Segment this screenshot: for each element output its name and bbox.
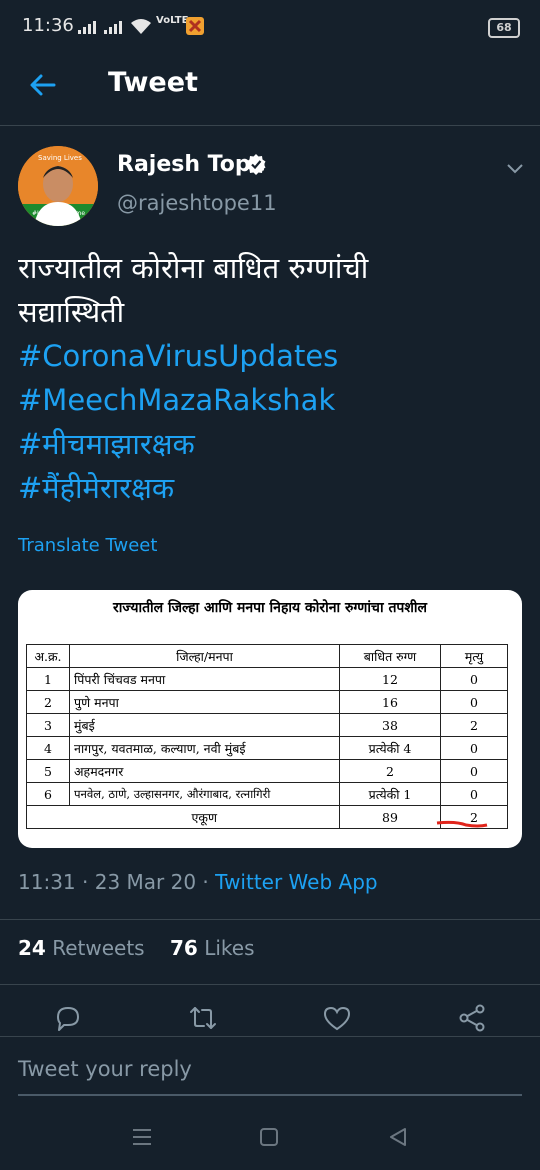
tweet-meta: 11:31 · 23 Mar 20 · Twitter Web App bbox=[18, 870, 378, 894]
table-cell: प्रत्येकी 4 bbox=[339, 736, 441, 760]
table-cell: 0 bbox=[440, 736, 508, 760]
table-cell: 0 bbox=[440, 690, 508, 714]
table-cell: 5 bbox=[26, 759, 70, 783]
tweet-text-line: राज्यातील कोरोना बाधित रुग्णांची bbox=[18, 251, 369, 285]
retweets-number: 24 bbox=[18, 936, 46, 960]
back-arrow-icon[interactable] bbox=[28, 70, 58, 100]
recent-apps-icon[interactable] bbox=[130, 1125, 154, 1149]
status-time: 11:36 bbox=[22, 15, 74, 36]
table-cell: 0 bbox=[440, 667, 508, 691]
red-underline-mark bbox=[436, 820, 488, 828]
back-nav-icon[interactable] bbox=[386, 1125, 410, 1149]
table-header: मृत्यु bbox=[440, 644, 508, 668]
table-row: 5 अहमदनगर 2 0 bbox=[26, 759, 508, 783]
retweets-count[interactable]: 24 Retweets bbox=[18, 936, 145, 960]
chevron-down-icon[interactable] bbox=[504, 157, 526, 179]
hashtag-link[interactable]: #CoronaVirusUpdates bbox=[18, 334, 528, 378]
wifi-icon bbox=[130, 17, 152, 39]
header-divider bbox=[0, 125, 540, 126]
table-cell: 0 bbox=[440, 759, 508, 783]
source-app-link[interactable]: Twitter Web App bbox=[215, 870, 377, 894]
table-cell: 89 bbox=[339, 805, 441, 829]
divider bbox=[0, 919, 540, 920]
home-icon[interactable] bbox=[258, 1125, 282, 1149]
image-title: राज्यातील जिल्हा आणि मनपा निहाय कोरोना र… bbox=[112, 600, 428, 616]
retweets-label: Retweets bbox=[52, 936, 145, 960]
table-cell: मुंबई bbox=[69, 713, 340, 737]
table-row: 6 पनवेल, ठाणे, उल्हासनगर, औरंगाबाद, रत्न… bbox=[26, 782, 508, 806]
verified-badge-icon bbox=[245, 153, 267, 175]
table-cell: 3 bbox=[26, 713, 70, 737]
reply-input-underline bbox=[18, 1094, 522, 1096]
table-cell: 2 bbox=[339, 759, 441, 783]
table-cell: 16 bbox=[339, 690, 441, 714]
retweet-icon[interactable] bbox=[187, 1002, 219, 1034]
divider bbox=[0, 984, 540, 985]
table-cell: 1 bbox=[26, 667, 70, 691]
tweet-time: 11:31 bbox=[18, 870, 76, 894]
tweet-date: 23 Mar 20 bbox=[94, 870, 197, 894]
avatar-caption-bottom: #ImStayingHome bbox=[32, 210, 86, 217]
tweet-body: राज्यातील कोरोना बाधित रुग्णांची सद्यास्… bbox=[18, 246, 528, 510]
table-row: 3 मुंबई 38 2 bbox=[26, 713, 508, 737]
divider bbox=[0, 1036, 540, 1037]
likes-count[interactable]: 76 Likes bbox=[170, 936, 255, 960]
translate-tweet-link[interactable]: Translate Tweet bbox=[18, 535, 157, 556]
table-cell: पनवेल, ठाणे, उल्हासनगर, औरंगाबाद, रत्नाग… bbox=[69, 782, 340, 806]
table-cell: नागपुर, यवतमाळ, कल्याण, नवी मुंबई bbox=[69, 736, 340, 760]
table-cell: 12 bbox=[339, 667, 441, 691]
reply-input[interactable]: Tweet your reply bbox=[18, 1057, 192, 1081]
table-cell: 2 bbox=[26, 690, 70, 714]
table-header-row: अ.क्र. जिल्हा/मनपा बाधित रुग्ण मृत्यु bbox=[26, 644, 508, 668]
table-cell bbox=[26, 805, 70, 829]
share-icon[interactable] bbox=[456, 1002, 488, 1034]
table-cell: पिंपरी चिंचवड मनपा bbox=[69, 667, 340, 691]
heart-icon[interactable] bbox=[321, 1002, 353, 1034]
likes-label: Likes bbox=[204, 936, 255, 960]
table-cell: 0 bbox=[440, 782, 508, 806]
author-handle[interactable]: @rajeshtope11 bbox=[117, 191, 277, 215]
hashtag-link[interactable]: #मैंहीमेरारक्षक bbox=[18, 466, 528, 510]
table-header: जिल्हा/मनपा bbox=[69, 644, 340, 668]
table-row: 4 नागपुर, यवतमाळ, कल्याण, नवी मुंबई प्रत… bbox=[26, 736, 508, 760]
tweet-image[interactable]: राज्यातील जिल्हा आणि मनपा निहाय कोरोना र… bbox=[18, 590, 522, 848]
tweet-text-line: सद्यास्थिती bbox=[18, 295, 125, 329]
table-cell: एकूण bbox=[69, 805, 340, 829]
app-notification-icon bbox=[186, 17, 204, 39]
battery-icon: 68 bbox=[488, 18, 520, 38]
table-header: बाधित रुग्ण bbox=[339, 644, 441, 668]
table-row: 2 पुणे मनपा 16 0 bbox=[26, 690, 508, 714]
hashtag-link[interactable]: #मीचमाझारक्षक bbox=[18, 422, 528, 466]
avatar-caption-top: Saving Lives bbox=[38, 154, 82, 162]
status-bar: 11:36 VoLTE 68 bbox=[0, 0, 540, 56]
table-cell: अहमदनगर bbox=[69, 759, 340, 783]
table-cell: 4 bbox=[26, 736, 70, 760]
table-cell: 6 bbox=[26, 782, 70, 806]
table-cell: 2 bbox=[440, 713, 508, 737]
page-title: Tweet bbox=[108, 67, 198, 98]
volte-indicator: VoLTE bbox=[156, 15, 189, 26]
reply-icon[interactable] bbox=[52, 1002, 84, 1034]
table-cell: पुणे मनपा bbox=[69, 690, 340, 714]
tweet-stats: 24 Retweets 76 Likes bbox=[18, 936, 255, 960]
table-row: 1 पिंपरी चिंचवड मनपा 12 0 bbox=[26, 667, 508, 691]
avatar[interactable]: Saving Lives #ImStayingHome bbox=[18, 146, 98, 226]
hashtag-link[interactable]: #MeechMazaRakshak bbox=[18, 378, 528, 422]
cases-table: अ.क्र. जिल्हा/मनपा बाधित रुग्ण मृत्यु 1 … bbox=[26, 644, 508, 829]
table-cell: प्रत्येकी 1 bbox=[339, 782, 441, 806]
author-name[interactable]: Rajesh Tope bbox=[117, 152, 266, 177]
likes-number: 76 bbox=[170, 936, 198, 960]
table-cell: 38 bbox=[339, 713, 441, 737]
table-header: अ.क्र. bbox=[26, 644, 70, 668]
signal-icon bbox=[78, 19, 126, 39]
